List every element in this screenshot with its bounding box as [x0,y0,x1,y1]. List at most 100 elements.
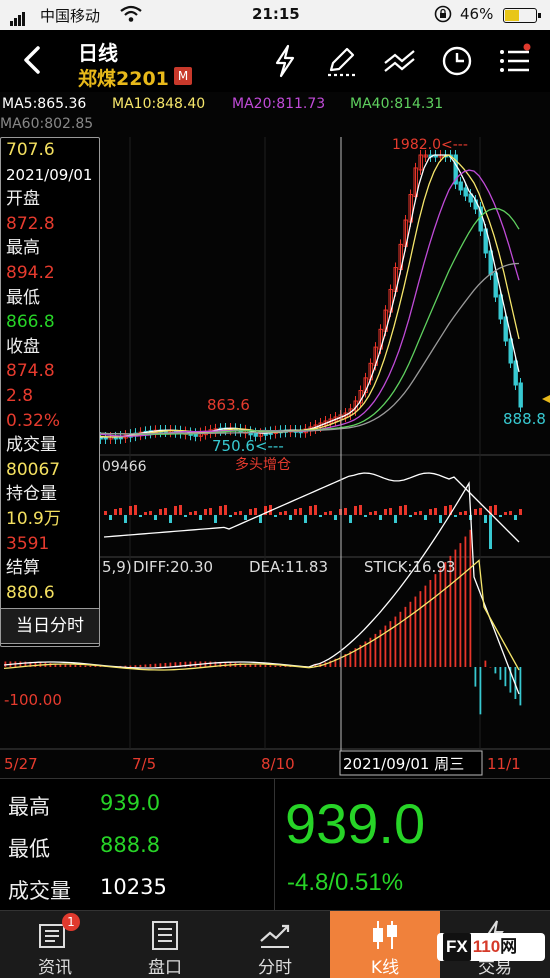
volume-bar [319,515,322,517]
macd-bar [409,601,412,667]
menu-icon[interactable] [495,42,535,80]
volume-bar [439,515,442,523]
volume-bar [409,515,412,517]
price-marker-icon [542,395,550,403]
volume-bar [304,515,307,523]
info-open: 872.8 [6,213,55,234]
tab-kline[interactable]: K线 [330,911,440,978]
intraday-chart-icon [257,919,293,951]
date-tick: 8/10 [261,755,295,773]
volume-bar [294,509,297,515]
clock-icon[interactable] [437,42,477,80]
pen-icon[interactable] [322,42,362,80]
volume-bar [369,512,372,515]
volume-bar [234,512,237,515]
ma10-value: MA10:848.40 [112,96,206,112]
ma60-value: MA60:802.85 [0,116,94,132]
macd-bar [469,529,472,667]
rotation-lock-icon [434,5,452,27]
ma40-value: MA40:814.31 [350,96,444,112]
macd-bar [279,665,282,667]
tab-label: 分时 [258,958,292,978]
volume-bar [209,508,212,515]
back-arrow-icon[interactable] [14,42,50,78]
macd-bar [434,574,437,667]
volume-bar [254,508,257,515]
macd-bar [399,611,402,667]
volume-bar [334,515,337,520]
info-close-label: 收盘 [6,336,40,357]
volume-bar [399,506,402,515]
signal-label: 多头增仓 [235,456,291,473]
tab-news[interactable]: 1 资讯 [0,911,110,978]
lightning-icon[interactable] [265,42,305,80]
macd-bar [519,667,522,706]
macd-dea: DEA:11.83 [249,558,328,576]
info-open-label: 开盘 [6,189,40,210]
macd-bar [144,664,147,667]
volume-bar [434,508,437,515]
macd-bar [394,616,397,667]
quote-low: 888.8 [100,833,161,857]
macd-bar [414,596,417,667]
info-high: 894.2 [6,262,55,283]
volume-bar [104,511,107,515]
candle [253,432,258,437]
quote-low-label: 最低 [8,837,50,861]
header: 日线 郑煤2201 M [0,30,550,92]
volume-bar [384,509,387,515]
date-tick: 5/27 [4,755,38,773]
volume-bar [219,506,222,515]
macd-params: 5,9) [102,558,132,576]
volume-bar [164,508,167,515]
volume-bar [179,505,182,515]
macd-bar [389,621,392,667]
volume-bar [249,509,252,515]
volume-bar [414,512,417,515]
volume-bar [134,505,137,515]
cursor-date: 2021/09/01 周三 [343,755,464,773]
macd-bar [499,667,502,680]
contract-name: 郑煤2201 [78,68,169,90]
max-price-label: 1982.0<--- [392,137,468,153]
volume-bar [239,511,242,515]
volume-bar [424,515,427,520]
info-low-label: 最低 [6,287,40,308]
macd-bar [129,665,132,667]
drawing-lines-icon[interactable] [380,42,420,80]
volume-bar [354,506,357,515]
macd-bar [459,543,462,667]
macd-bar [134,665,137,667]
volume-bar [114,509,117,515]
candle [463,187,468,197]
macd-bar [149,664,152,667]
macd-diff: DIFF:20.30 [133,558,213,576]
info-volume-label: 成交量 [6,435,57,456]
volume-bar [129,506,132,515]
intraday-button[interactable]: 当日分时 [0,608,100,644]
macd-bar [259,664,262,667]
macd-bar [494,667,497,674]
ma20-value: MA20:811.73 [232,96,326,112]
tab-intraday[interactable]: 分时 [220,911,330,978]
macd-bar [404,606,407,667]
volume-bar [169,515,172,523]
volume-bar [489,515,492,549]
macd-bar [474,667,477,687]
macd-stick: STICK:16.93 [364,558,455,576]
volume-bar [194,511,197,515]
macd-bar [504,667,507,687]
macd-bar [84,665,87,667]
info-oi-change: 3591 [6,533,50,554]
volume-bar [389,508,392,515]
volume-bar [484,515,487,523]
tab-order-book[interactable]: 盘口 [110,911,220,978]
volume-bar [464,511,467,515]
macd-bar [159,663,162,667]
info-volume: 80067 [6,459,61,480]
quote-high: 939.0 [100,791,161,815]
quote-panel: 最高 939.0 最低 888.8 成交量 10235 939.0 -4.8/0… [0,778,550,911]
macd-bar [484,660,487,667]
volume-bar [224,505,227,515]
volume-bar [214,515,217,523]
